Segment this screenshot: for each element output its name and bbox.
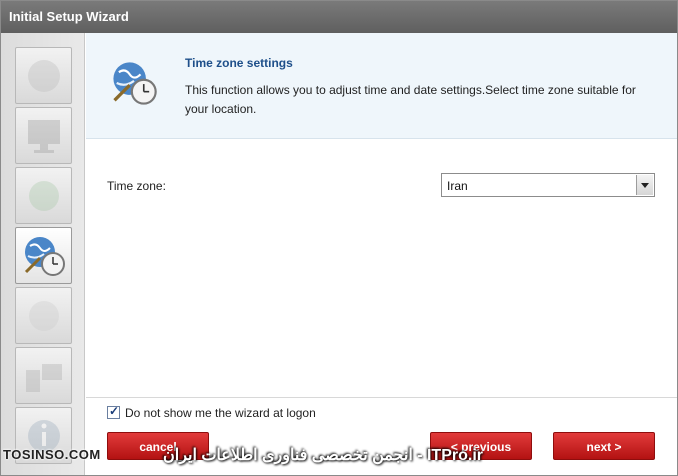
setup-wizard-window: Initial Setup Wizard Time zone settings …: [0, 0, 678, 476]
wizard-step-4-active[interactable]: [15, 227, 72, 284]
monitor-icon: [28, 120, 60, 153]
watermark-site: TOSINSO.COM: [3, 447, 101, 462]
wizard-step-3[interactable]: [15, 167, 72, 224]
wizard-step-5[interactable]: [15, 287, 72, 344]
blank-step-icon: [29, 301, 59, 331]
wizard-step-1-icon: [28, 60, 60, 92]
timezone-label: Time zone:: [107, 179, 166, 193]
globe-clock-icon: [24, 237, 65, 276]
step-header: Time zone settings This function allows …: [86, 33, 677, 139]
globe-clock-icon: [113, 62, 157, 105]
computer-icon: [26, 364, 62, 392]
next-button[interactable]: next >: [553, 432, 655, 460]
step-description: This function allows you to adjust time …: [185, 83, 636, 116]
wizard-step-1[interactable]: [15, 47, 72, 104]
timezone-selected-value: Iran: [447, 179, 468, 193]
dont-show-wizard-label: Do not show me the wizard at logon: [125, 406, 316, 420]
wizard-step-2[interactable]: [15, 107, 72, 164]
wizard-step-6[interactable]: [15, 347, 72, 404]
chevron-down-icon[interactable]: [636, 175, 653, 195]
wizard-steps-sidebar: [1, 33, 85, 475]
window-title: Initial Setup Wizard: [1, 1, 677, 33]
dont-show-wizard-checkbox[interactable]: [107, 404, 120, 419]
watermark-banner: انجمن تخصصی فناوری اطلاعات ایران - ITPro…: [163, 447, 483, 464]
step-title: Time zone settings: [185, 56, 293, 70]
footer-divider: [86, 397, 677, 398]
timezone-select[interactable]: Iran: [441, 173, 655, 197]
network-icon: [29, 181, 59, 211]
